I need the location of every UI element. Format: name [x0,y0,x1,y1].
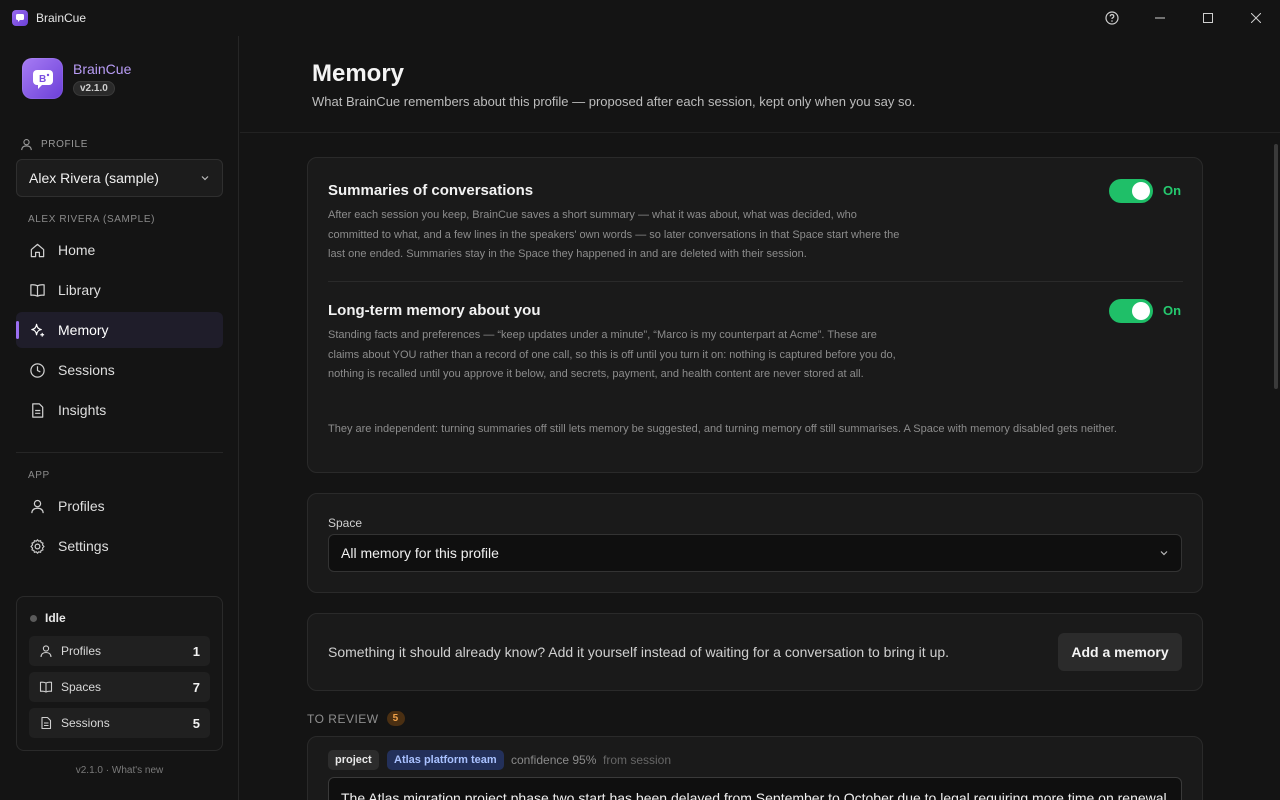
gear-icon [28,537,46,555]
chevron-down-icon [201,176,209,181]
nav-insights-label: Insights [58,402,107,418]
help-icon [1105,11,1119,25]
longterm-description: Standing facts and preferences — “keep u… [328,329,896,380]
user-icon [28,497,46,515]
stat-sessions[interactable]: Sessions 5 [29,708,210,738]
longterm-toggle-label: On [1163,303,1182,318]
main-content: Memory What BrainCue remembers about thi… [240,36,1280,800]
space-select[interactable]: All memory for this profile [328,534,1182,572]
version-badge: v2.1.0 [73,81,115,96]
minimize-button[interactable] [1136,0,1184,36]
nav-sessions[interactable]: Sessions [16,352,223,388]
space-card: Space All memory for this profile [307,493,1203,593]
stat-profiles-value: 1 [192,643,200,659]
maximize-icon [1203,13,1213,23]
toggle-knob [1132,302,1150,320]
longterm-title: Long-term memory about you [328,302,541,319]
settings-divider [328,281,1183,282]
nav-library[interactable]: Library [16,272,223,308]
status-state: Idle [45,611,66,625]
profile-section-label: ALEX RIVERA (SAMPLE) [28,214,156,225]
nav-profiles-label: Profiles [58,498,105,514]
stat-spaces[interactable]: Spaces 7 [29,672,210,702]
maximize-button[interactable] [1184,0,1232,36]
status-card: Idle Profiles 1 Spaces 7 Sessions 5 [16,596,223,751]
sidebar: B BrainCue v2.1.0 PROFILE Alex Rivera (s… [0,36,239,800]
add-memory-prompt: Something it should already know? Add it… [328,644,950,660]
stat-profiles-label: Profiles [61,644,102,658]
status-dot [30,614,37,622]
app-logo-icon [12,10,28,26]
sidebar-divider [16,452,223,453]
minimize-icon [1155,17,1165,19]
nav-insights[interactable]: Insights [16,392,223,428]
stat-profiles[interactable]: Profiles 1 [29,636,210,666]
home-icon [28,241,46,259]
stat-spaces-value: 7 [192,679,200,695]
book-icon [28,281,46,299]
to-review-count-badge: 5 [386,711,405,726]
nav-memory-label: Memory [58,322,109,338]
whats-new-link[interactable]: v2.1.0 · What's new [0,765,239,776]
sparkle-icon [28,321,46,339]
clock-icon [28,361,46,379]
nav-home-label: Home [58,242,96,258]
space-label: Space [328,516,363,530]
svg-text:B: B [39,74,46,85]
summaries-toggle-label: On [1163,183,1182,198]
help-button[interactable] [1088,0,1136,36]
nav-profiles[interactable]: Profiles [16,488,223,524]
book-icon [39,681,53,693]
nav-settings-label: Settings [58,538,109,554]
page-subtitle: What BrainCue remembers about this profi… [312,94,916,109]
nav-library-label: Library [58,282,101,298]
close-icon [1251,13,1261,23]
toggle-knob [1132,182,1150,200]
to-review-label: TO REVIEW [307,711,379,726]
longterm-toggle[interactable] [1109,299,1153,323]
title-bar: BrainCue [0,0,1280,36]
profile-select-value: Alex Rivera (sample) [29,170,159,186]
summaries-description: After each session you keep, BrainCue sa… [328,209,900,260]
review-item-card: project Atlas platform team confidence 9… [307,736,1203,800]
document-icon [41,716,52,730]
tag-chip-space[interactable]: Atlas platform team [387,750,504,770]
to-review-heading: TO REVIEW 5 [307,711,405,726]
brand: B BrainCue v2.1.0 [22,58,131,99]
user-icon [40,645,52,658]
app-section-label: APP [28,470,50,481]
brand-name: BrainCue [73,61,132,77]
stat-spaces-label: Spaces [61,680,102,694]
memory-text-field[interactable]: The Atlas migration project phase two st… [328,777,1182,800]
space-select-value: All memory for this profile [341,545,499,561]
document-icon [28,401,46,419]
nav-memory[interactable]: Memory [16,312,223,348]
page-title: Memory [312,60,405,87]
summaries-toggle[interactable] [1109,179,1153,203]
scrollbar-thumb[interactable] [1274,144,1278,389]
user-icon [21,139,32,151]
add-memory-card: Something it should already know? Add it… [307,613,1203,691]
add-memory-button[interactable]: Add a memory [1058,633,1182,671]
nav-sessions-label: Sessions [58,362,115,378]
stat-sessions-label: Sessions [61,716,110,730]
tag-chip-project[interactable]: project [328,750,379,770]
profile-label: PROFILE [20,138,88,151]
nav-home[interactable]: Home [16,232,223,268]
stat-sessions-value: 5 [192,715,200,731]
page-header: Memory What BrainCue remembers about thi… [240,36,1280,133]
summaries-title: Summaries of conversations [328,182,534,199]
close-button[interactable] [1232,0,1280,36]
memory-settings-card: Summaries of conversations After each se… [307,157,1203,473]
profile-select[interactable]: Alex Rivera (sample) [16,159,223,197]
source-session-link[interactable]: from session [603,753,671,767]
window-title: BrainCue [36,11,87,25]
confidence-text: confidence 95% [511,753,597,767]
nav-settings[interactable]: Settings [16,528,223,564]
chevron-down-icon [1160,551,1168,556]
brand-logo-icon: B [22,58,63,99]
independence-note: They are independent: turning summaries … [328,423,1117,435]
